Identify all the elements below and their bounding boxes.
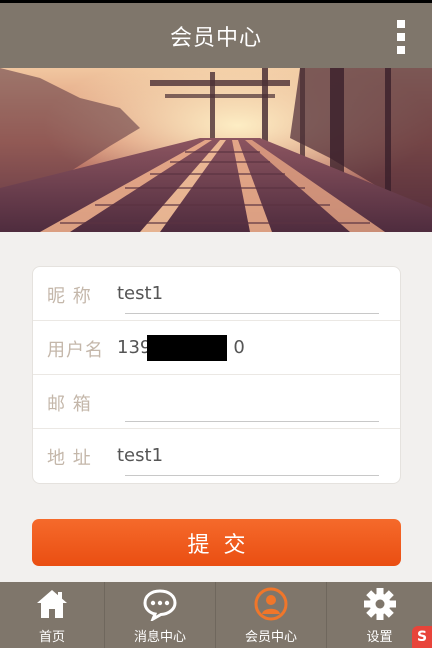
app-header: 会员中心: [0, 3, 432, 68]
user-profile-icon: [254, 587, 288, 621]
gear-icon: [363, 588, 396, 620]
redaction-block: [147, 335, 227, 361]
tab-messages[interactable]: 消息中心: [105, 582, 215, 648]
username-label: 用户名: [47, 340, 104, 361]
tab-home-label: 首页: [38, 630, 65, 645]
nickname-field[interactable]: test1: [117, 283, 163, 304]
page-title: 会员中心: [169, 26, 262, 51]
address-row: 地 址 test1: [33, 429, 400, 483]
submit-button[interactable]: 提交: [32, 519, 401, 566]
tab-member-center[interactable]: 会员中心: [216, 582, 326, 648]
username-suffix: 0: [233, 337, 245, 358]
address-field[interactable]: test1: [117, 445, 163, 466]
email-underline: [125, 421, 379, 422]
nickname-underline: [125, 313, 379, 314]
nickname-row: 昵 称 test1: [33, 267, 400, 321]
email-label: 邮 箱: [47, 394, 92, 415]
banner-image: [0, 68, 432, 232]
email-row: 邮 箱: [33, 375, 400, 429]
more-vertical-icon[interactable]: [394, 18, 408, 56]
profile-form: 昵 称 test1 用户名 139 0 邮 箱 地 址 test1: [32, 266, 401, 484]
home-icon: [37, 590, 67, 618]
username-row: 用户名 139 0: [33, 321, 400, 375]
tab-member-center-label: 会员中心: [244, 630, 297, 645]
address-underline: [125, 475, 379, 476]
bottom-tab-bar: 首页 消息中心 会员中心 设置 S: [0, 582, 432, 648]
tab-messages-label: 消息中心: [133, 630, 186, 645]
app-badge-icon: S: [412, 626, 432, 648]
address-label: 地 址: [47, 448, 92, 469]
chat-bubble-icon: [143, 589, 177, 621]
nickname-label: 昵 称: [47, 286, 92, 307]
tab-home[interactable]: 首页: [0, 582, 104, 648]
